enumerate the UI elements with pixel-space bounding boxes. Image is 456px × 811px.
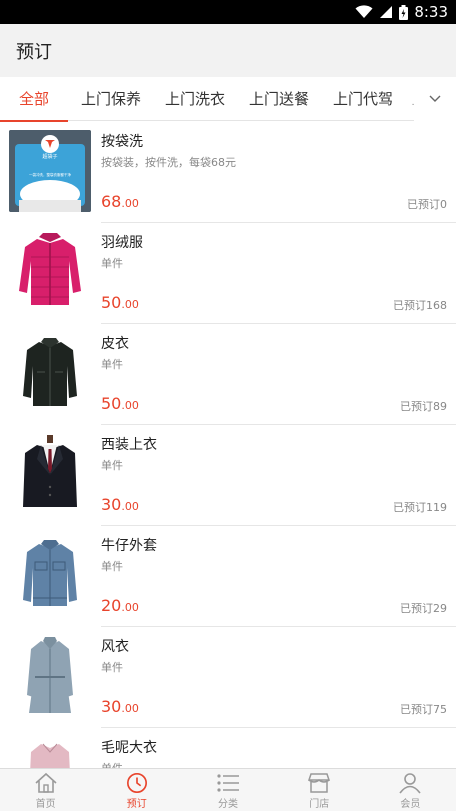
item-price: 30.00 — [101, 495, 139, 514]
nav-label: 分类 — [218, 799, 238, 810]
list-item[interactable]: 毛呢大衣 单件 — [0, 728, 456, 768]
item-price: 50.00 — [101, 293, 139, 312]
item-name: 牛仔外套 — [101, 538, 157, 554]
item-sold-count: 已预订0 — [407, 198, 447, 211]
list-icon — [217, 774, 239, 792]
signal-icon — [380, 6, 393, 18]
tab-designated-driver[interactable]: 上门代驾 — [325, 77, 401, 121]
chevron-down-icon — [429, 95, 441, 102]
store-icon — [308, 773, 331, 793]
item-sold-count: 已预订168 — [393, 299, 447, 312]
battery-icon — [399, 4, 409, 20]
image-brand-text: 超袋子 — [42, 153, 57, 160]
nav-label: 首页 — [35, 799, 56, 810]
nav-category[interactable]: 分类 — [182, 769, 273, 811]
wool-coat-image — [9, 736, 91, 768]
trench-coat-image — [9, 635, 91, 717]
nav-booking[interactable]: 预订 — [91, 769, 182, 811]
item-price: 50.00 — [101, 394, 139, 413]
list-item[interactable]: 风衣 单件 30.00 已预订75 — [0, 627, 456, 728]
tab-label: 上门代驾 — [332, 90, 393, 108]
tab-label: 上门送餐 — [248, 90, 309, 108]
tab-food-delivery[interactable]: 上门送餐 — [241, 77, 317, 121]
item-name: 羽绒服 — [101, 235, 143, 251]
home-icon — [35, 772, 57, 793]
item-sold-count: 已预订75 — [400, 703, 447, 716]
list-item[interactable]: 羽绒服 单件 50.00 已预订168 — [0, 223, 456, 324]
list-item[interactable]: 西装上衣 单件 30.00 已预订119 — [0, 425, 456, 526]
product-list: 超袋子 一袋冲洗，整袋衣服都干净 按袋洗 按袋装，按件洗，每袋68元 68.00… — [0, 122, 456, 768]
item-price: 68.00 — [101, 192, 139, 211]
item-desc: 单件 — [101, 760, 123, 768]
list-item[interactable]: 牛仔外套 单件 20.00 已预订29 — [0, 526, 456, 627]
item-price: 20.00 — [101, 596, 139, 615]
wifi-icon — [355, 5, 373, 18]
tab-home-maintenance[interactable]: 上门保养 — [73, 77, 149, 121]
item-name: 皮衣 — [101, 336, 129, 352]
nav-member[interactable]: 会员 — [365, 769, 456, 811]
clock-icon — [126, 773, 147, 793]
tab-all[interactable]: 全部 — [0, 77, 68, 122]
item-sold-count: 已预订89 — [400, 400, 447, 413]
item-sold-count: 已预订29 — [400, 602, 447, 615]
down-jacket-image — [9, 231, 91, 313]
tab-home-laundry[interactable]: 上门洗衣 — [157, 77, 233, 121]
nav-label: 门店 — [309, 799, 330, 810]
item-desc: 单件 — [101, 459, 123, 472]
tab-label: 上门保养 — [80, 90, 141, 108]
nav-label: 会员 — [400, 799, 421, 810]
item-price: 30.00 — [101, 697, 139, 716]
item-desc: 单件 — [101, 257, 123, 270]
status-icons: 8:33 — [355, 3, 448, 21]
list-item[interactable]: 超袋子 一袋冲洗，整袋衣服都干净 按袋洗 按袋装，按件洗，每袋68元 68.00… — [0, 122, 456, 223]
item-desc: 单件 — [101, 661, 123, 674]
tab-label: 全部 — [18, 90, 49, 108]
item-name: 西装上衣 — [101, 437, 157, 453]
item-name: 风衣 — [101, 639, 129, 655]
user-icon — [399, 773, 422, 794]
nav-home[interactable]: 首页 — [0, 769, 91, 811]
category-tabs: 全部 上门保养 上门洗衣 上门送餐 上门代驾 上 — [0, 77, 456, 122]
item-sold-count: 已预订119 — [393, 501, 447, 514]
item-desc: 单件 — [101, 358, 123, 371]
bottom-nav: 首页 预订 分类 门店 会员 — [0, 768, 456, 811]
app-header: 预订 — [0, 24, 456, 77]
suit-jacket-image — [9, 433, 91, 515]
denim-jacket-image — [9, 534, 91, 616]
image-tagline-text: 一袋冲洗，整袋衣服都干净 — [29, 172, 71, 177]
more-tabs-button[interactable] — [414, 77, 456, 121]
list-item[interactable]: 皮衣 单件 50.00 已预订89 — [0, 324, 456, 425]
item-desc: 单件 — [101, 560, 123, 573]
item-desc: 按袋装，按件洗，每袋68元 — [101, 156, 236, 169]
page-title: 预订 — [16, 42, 52, 63]
nav-store[interactable]: 门店 — [274, 769, 365, 811]
item-name: 毛呢大衣 — [101, 740, 157, 756]
leather-jacket-image — [9, 332, 91, 414]
item-name: 按袋洗 — [101, 134, 143, 150]
tab-label: 上门洗衣 — [164, 90, 225, 108]
status-bar: 8:33 — [0, 0, 456, 24]
nav-label: 预订 — [126, 799, 147, 810]
laundry-bag-image: 超袋子 一袋冲洗，整袋衣服都干净 — [9, 130, 91, 212]
status-time: 8:33 — [414, 3, 448, 21]
